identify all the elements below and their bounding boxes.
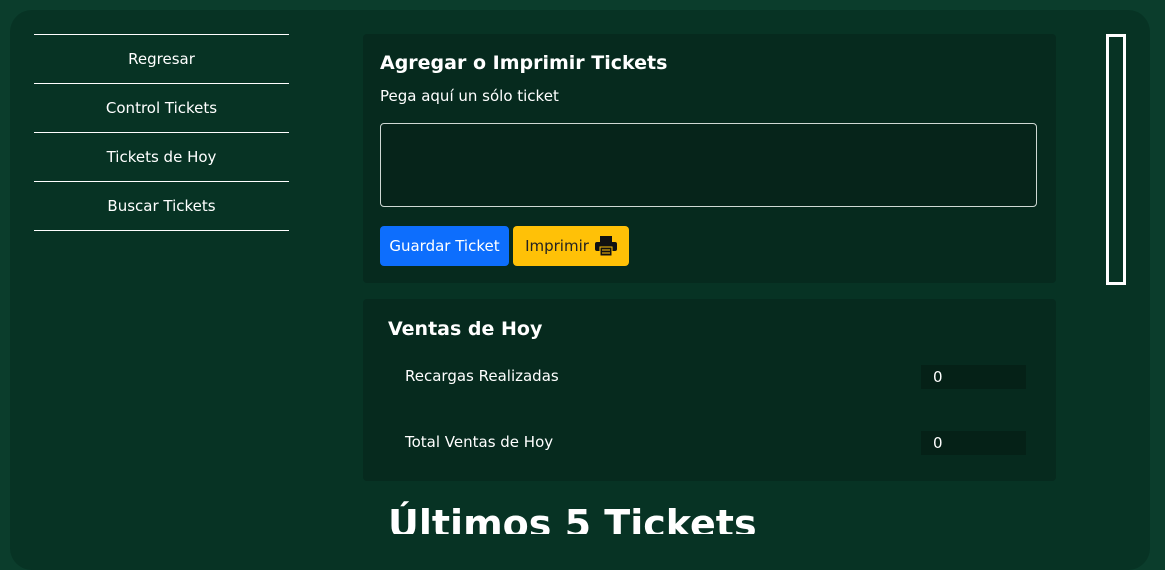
add-ticket-card: Agregar o Imprimir Tickets Pega aquí un …	[363, 34, 1056, 283]
total-ventas-value: 0	[921, 431, 1026, 455]
add-ticket-subtitle: Pega aquí un sólo ticket	[380, 87, 559, 105]
sidebar-item-buscar-tickets[interactable]: Buscar Tickets	[34, 181, 289, 231]
sidebar-item-tickets-de-hoy[interactable]: Tickets de Hoy	[34, 132, 289, 181]
save-ticket-label: Guardar Ticket	[389, 237, 500, 255]
ultimos-tickets-heading: Últimos 5 Tickets	[388, 502, 757, 534]
printer-icon	[594, 236, 617, 256]
add-ticket-title: Agregar o Imprimir Tickets	[380, 52, 668, 74]
print-button[interactable]: Imprimir	[513, 226, 629, 266]
total-ventas-label: Total Ventas de Hoy	[405, 433, 554, 451]
recargas-label: Recargas Realizadas	[405, 367, 559, 385]
print-label: Imprimir	[525, 237, 589, 255]
ventas-title: Ventas de Hoy	[388, 318, 543, 340]
recargas-value: 0	[921, 365, 1026, 389]
ventas-card: Ventas de Hoy Recargas Realizadas 0 Tota…	[363, 299, 1056, 481]
sidebar-item-regresar[interactable]: Regresar	[34, 34, 289, 83]
side-scroll-box[interactable]	[1106, 34, 1126, 285]
sidebar-item-control-tickets[interactable]: Control Tickets	[34, 83, 289, 132]
ticket-textarea[interactable]	[380, 123, 1037, 207]
save-ticket-button[interactable]: Guardar Ticket	[380, 226, 509, 266]
sidebar: Regresar Control Tickets Tickets de Hoy …	[34, 34, 289, 231]
